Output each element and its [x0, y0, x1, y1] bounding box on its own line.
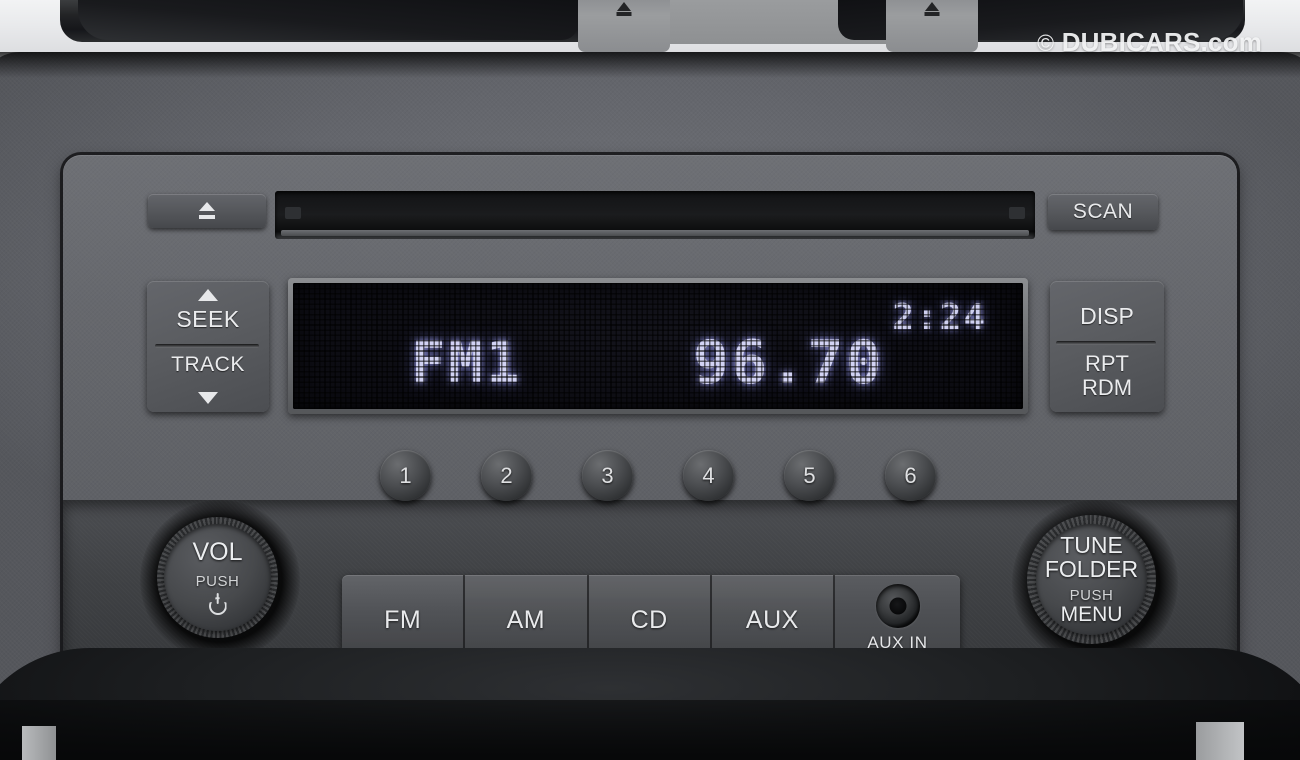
tune-label: TUNE	[1060, 532, 1123, 559]
seek-label: SEEK	[176, 306, 240, 332]
radio-display: 2:24 FM1 96.70	[293, 283, 1023, 409]
cd-slot-lip	[281, 230, 1029, 236]
door-sill-left	[22, 726, 56, 760]
preset-button-5[interactable]: 5	[784, 450, 835, 501]
display-frequency: 96.70	[693, 328, 884, 398]
volume-knob-face[interactable]: VOL PUSH	[164, 524, 271, 631]
preset-button-2[interactable]: 2	[481, 450, 532, 501]
eject-icon-bar	[199, 215, 215, 219]
vent-clip-arrow-icon	[617, 2, 631, 11]
power-icon	[207, 593, 229, 616]
rpt-label: RPT	[1085, 351, 1129, 376]
volume-knob[interactable]: VOL PUSH	[151, 511, 284, 644]
vent-clip-bar-icon	[924, 12, 940, 16]
door-sill-right	[1196, 722, 1244, 760]
tune-knob-face[interactable]: TUNE FOLDER PUSH MENU	[1036, 524, 1147, 635]
dashboard-photo: SCAN SEEK TRACK DISP RPT RDM 2:24 FM1 96…	[0, 0, 1300, 760]
preset-label: 3	[601, 462, 614, 488]
preset-button-6[interactable]: 6	[885, 450, 936, 501]
watermark: © DUBICARS.com	[1037, 27, 1262, 58]
scan-button[interactable]: SCAN	[1048, 194, 1158, 230]
watermark-copyright-icon: ©	[1037, 30, 1055, 56]
menu-label: MENU	[1060, 602, 1123, 626]
vent-clip-arrow-icon	[925, 2, 939, 11]
preset-button-3[interactable]: 3	[582, 450, 633, 501]
seek-track-button[interactable]: SEEK TRACK	[147, 281, 269, 412]
preset-label: 1	[399, 462, 412, 488]
display-clock: 2:24	[892, 297, 987, 338]
preset-label: 5	[803, 462, 816, 488]
folder-label: FOLDER	[1044, 555, 1139, 582]
seek-track-divider	[155, 344, 259, 348]
cd-slot[interactable]	[275, 191, 1035, 239]
tune-push-label: PUSH	[1069, 586, 1114, 604]
display-bezel: 2:24 FM1 96.70	[288, 278, 1028, 414]
eject-button[interactable]	[148, 194, 266, 228]
power-icon-bar	[216, 593, 219, 605]
am-button-label: AM	[506, 605, 546, 634]
eject-icon	[199, 202, 215, 211]
vent-clip-left	[578, 0, 670, 52]
scan-button-label: SCAN	[1072, 200, 1134, 223]
preset-label: 6	[904, 462, 917, 488]
preset-button-1[interactable]: 1	[380, 450, 431, 501]
cd-slot-tab-left	[285, 207, 301, 219]
aux-button-label: AUX	[745, 605, 799, 634]
vent-clip-bar-icon	[616, 12, 632, 16]
triangle-up-icon	[198, 289, 218, 301]
disp-label: DISP	[1080, 303, 1134, 329]
air-vent-left	[78, 0, 578, 40]
preset-label: 4	[702, 462, 715, 488]
tune-folder-knob[interactable]: TUNE FOLDER PUSH MENU	[1021, 509, 1162, 650]
headphone-jack-icon	[875, 583, 920, 628]
cd-slot-tab-right	[1009, 207, 1025, 219]
console-floor-shadow	[0, 700, 1300, 760]
disp-rpt-rdm-button[interactable]: DISP RPT RDM	[1050, 281, 1164, 412]
volume-push-label: PUSH	[195, 573, 240, 591]
watermark-text: DUBICARS.com	[1061, 27, 1262, 57]
triangle-down-icon	[198, 392, 218, 404]
track-label: TRACK	[171, 353, 245, 376]
preset-label: 2	[500, 462, 513, 488]
display-band: FM1	[411, 330, 523, 396]
disp-rpt-divider	[1056, 341, 1156, 345]
volume-label: VOL	[192, 537, 243, 566]
fm-button-label: FM	[384, 605, 422, 634]
preset-button-4[interactable]: 4	[683, 450, 734, 501]
rdm-label: RDM	[1081, 375, 1133, 400]
vent-clip-right	[886, 0, 978, 52]
cd-button-label: CD	[630, 605, 668, 634]
